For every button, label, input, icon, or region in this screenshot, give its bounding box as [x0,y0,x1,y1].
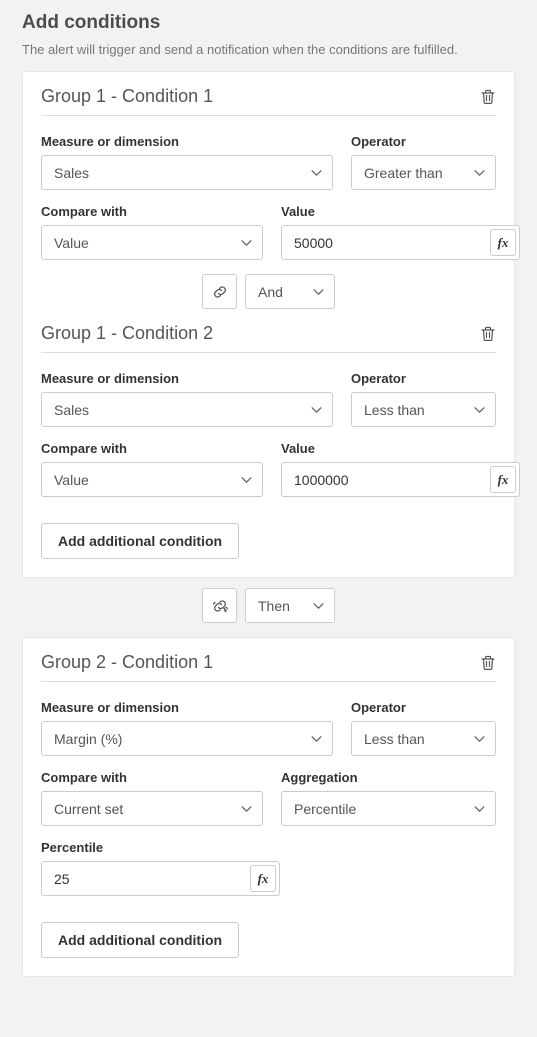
group-card-1: Group 1 - Condition 1 Measure or dimensi… [22,71,515,578]
fx-button[interactable]: fx [490,229,516,256]
compare-label: Compare with [41,770,263,785]
measure-value: Sales [54,402,89,418]
compare-label: Compare with [41,441,263,456]
operator-select[interactable]: Greater than [351,155,496,190]
condition-header: Group 1 - Condition 1 [41,86,496,116]
chevron-down-icon [313,602,324,609]
measure-select[interactable]: Sales [41,392,333,427]
compare-value: Value [54,235,89,251]
add-condition-button[interactable]: Add additional condition [41,922,239,958]
compare-select[interactable]: Value [41,462,263,497]
chevron-down-icon [474,735,485,742]
measure-value: Sales [54,165,89,181]
group-card-2: Group 2 - Condition 1 Measure or dimensi… [22,637,515,977]
percentile-input[interactable] [42,862,247,895]
measure-select[interactable]: Sales [41,155,333,190]
operator-value: Greater than [364,165,443,181]
value-input-wrap: fx [281,462,520,497]
condition-connector: And [41,274,496,309]
fx-button[interactable]: fx [250,865,276,892]
condition-header: Group 2 - Condition 1 [41,652,496,682]
aggregation-select[interactable]: Percentile [281,791,496,826]
trash-icon[interactable] [480,89,496,105]
condition-title: Group 1 - Condition 2 [41,323,213,344]
operator-label: Operator [351,371,496,386]
group-connector-value: Then [258,598,290,614]
page-subtitle: The alert will trigger and send a notifi… [22,42,515,57]
page-title: Add conditions [22,12,515,34]
measure-select[interactable]: Margin (%) [41,721,333,756]
chevron-down-icon [241,239,252,246]
connector-select[interactable]: And [245,274,335,309]
operator-select[interactable]: Less than [351,392,496,427]
chevron-down-icon [474,805,485,812]
operator-label: Operator [351,700,496,715]
measure-label: Measure or dimension [41,134,333,149]
unlink-icon[interactable] [202,588,237,623]
chevron-down-icon [311,735,322,742]
value-input-wrap: fx [281,225,520,260]
compare-value: Value [54,472,89,488]
trash-icon[interactable] [480,655,496,671]
value-input[interactable] [282,226,487,259]
measure-value: Margin (%) [54,731,122,747]
percentile-input-wrap: fx [41,861,280,896]
chevron-down-icon [241,805,252,812]
operator-select[interactable]: Less than [351,721,496,756]
add-condition-button[interactable]: Add additional condition [41,523,239,559]
compare-select[interactable]: Value [41,225,263,260]
group-connector: Then [22,588,515,623]
measure-label: Measure or dimension [41,700,333,715]
compare-select[interactable]: Current set [41,791,263,826]
condition-title: Group 2 - Condition 1 [41,652,213,673]
compare-label: Compare with [41,204,263,219]
chevron-down-icon [474,406,485,413]
chevron-down-icon [313,288,324,295]
value-label: Value [281,204,520,219]
condition-title: Group 1 - Condition 1 [41,86,213,107]
link-icon[interactable] [202,274,237,309]
aggregation-value: Percentile [294,801,356,817]
chevron-down-icon [474,169,485,176]
operator-label: Operator [351,134,496,149]
connector-value: And [258,284,283,300]
operator-value: Less than [364,402,425,418]
compare-value: Current set [54,801,123,817]
fx-button[interactable]: fx [490,466,516,493]
value-input[interactable] [282,463,487,496]
aggregation-label: Aggregation [281,770,496,785]
group-connector-select[interactable]: Then [245,588,335,623]
value-label: Value [281,441,520,456]
chevron-down-icon [311,169,322,176]
operator-value: Less than [364,731,425,747]
trash-icon[interactable] [480,326,496,342]
chevron-down-icon [311,406,322,413]
measure-label: Measure or dimension [41,371,333,386]
chevron-down-icon [241,476,252,483]
percentile-label: Percentile [41,840,280,855]
condition-header: Group 1 - Condition 2 [41,323,496,353]
